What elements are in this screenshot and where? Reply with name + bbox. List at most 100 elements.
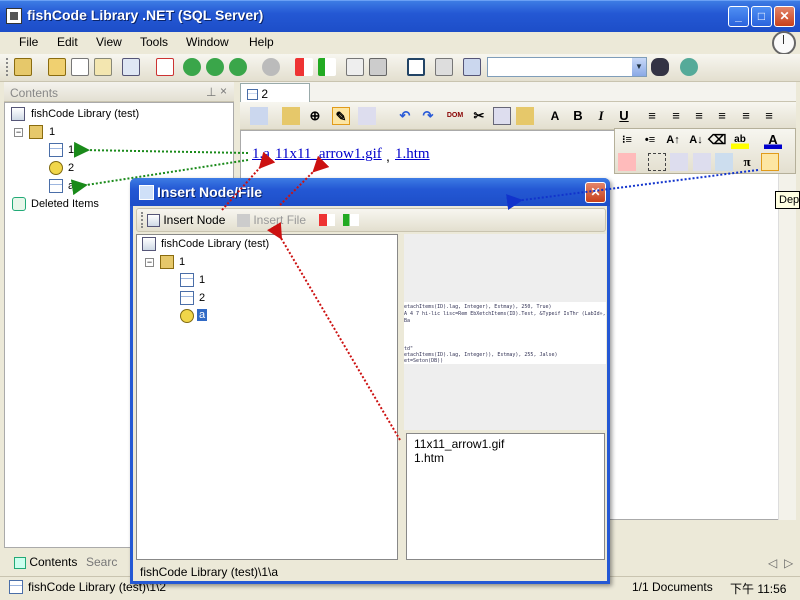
menu-tools[interactable]: Tools xyxy=(140,35,168,49)
maximize-button[interactable]: □ xyxy=(751,6,772,27)
dependency-icon[interactable] xyxy=(761,153,779,171)
open-icon[interactable] xyxy=(14,58,32,76)
folder-icon[interactable] xyxy=(48,58,66,76)
pin-icon[interactable]: ⊥ xyxy=(206,85,216,99)
toolbar-grip[interactable] xyxy=(141,212,144,228)
editor-scrollbar[interactable] xyxy=(778,130,796,520)
minimize-button[interactable]: _ xyxy=(728,6,749,27)
find-node-icon[interactable] xyxy=(463,58,481,76)
align-center-icon[interactable]: ≡ xyxy=(667,107,685,125)
dlg-tree-item-2[interactable]: 2 xyxy=(199,292,205,304)
dialog-close-button[interactable]: ✕ xyxy=(585,182,606,203)
tree-item-1[interactable]: 1 xyxy=(68,144,74,156)
underline-icon[interactable]: U xyxy=(615,107,633,125)
link-image[interactable]: 11x11_arrow1.gif xyxy=(275,146,382,163)
fullscreen-icon[interactable] xyxy=(407,58,425,76)
dom-icon[interactable]: DOM xyxy=(446,107,464,125)
dlg-tree-root[interactable]: fishCode Library (test) xyxy=(161,238,269,250)
link-node[interactable]: 1.a xyxy=(252,146,270,163)
dlg-tree-folder[interactable]: 1 xyxy=(179,256,185,268)
add-indent-icon[interactable] xyxy=(318,58,336,76)
cell-icon[interactable] xyxy=(693,153,711,171)
menu-window[interactable]: Window xyxy=(186,35,229,49)
align-left-icon[interactable]: ≡ xyxy=(643,107,661,125)
edit-mode-icon[interactable]: ✎ xyxy=(332,107,350,125)
insert-file-icon[interactable] xyxy=(282,107,300,125)
italic-icon[interactable]: I xyxy=(592,107,610,125)
tree-folder[interactable]: 1 xyxy=(49,126,55,138)
dialog-tree xyxy=(136,234,398,560)
redo-icon[interactable]: ↷ xyxy=(419,107,437,125)
close-button[interactable]: ✕ xyxy=(774,6,795,27)
frame-icon[interactable] xyxy=(648,153,666,171)
tree-item-a[interactable]: a xyxy=(68,180,74,192)
add-indent-icon[interactable] xyxy=(343,214,359,226)
refresh-icon[interactable] xyxy=(71,58,89,76)
collapse-icon[interactable]: − xyxy=(145,258,154,267)
up-arrow-icon[interactable] xyxy=(183,58,201,76)
numbered-list-icon[interactable]: ⁝≡ xyxy=(618,131,636,149)
tab-search[interactable]: Searc xyxy=(86,555,117,569)
forward-arrow-icon[interactable] xyxy=(229,58,247,76)
tools-icon[interactable] xyxy=(435,58,453,76)
dlg-tree-item-a[interactable]: a xyxy=(197,309,208,321)
font-size-icon[interactable]: A xyxy=(546,107,564,125)
file-item[interactable]: 11x11_arrow1.gif xyxy=(414,437,597,451)
scroll-left-icon[interactable]: ◁ xyxy=(768,556,777,570)
find-icon[interactable]: ⊕ xyxy=(306,107,324,125)
file-item[interactable]: 1.htm xyxy=(414,451,597,465)
image-icon[interactable] xyxy=(618,153,636,171)
sync-icon[interactable] xyxy=(680,58,698,76)
indent-icon[interactable]: ≡ xyxy=(737,107,755,125)
table-icon[interactable] xyxy=(670,153,688,171)
menu-edit[interactable]: Edit xyxy=(57,35,78,49)
insert-node-icon[interactable] xyxy=(250,107,268,125)
copy-icon[interactable] xyxy=(493,107,511,125)
grow-font-icon[interactable]: A↑ xyxy=(664,131,682,149)
tooltip: Depe xyxy=(775,191,800,209)
search-combo[interactable]: ▼ xyxy=(487,57,647,77)
insert-node-button[interactable]: Insert Node xyxy=(147,213,225,228)
bullet-list-icon[interactable]: •≡ xyxy=(641,131,659,149)
page-icon[interactable] xyxy=(358,107,376,125)
remove-indent-icon[interactable] xyxy=(295,58,313,76)
tab-contents[interactable]: Contents xyxy=(14,555,77,569)
remove-indent-icon[interactable] xyxy=(319,214,335,226)
add-node-icon[interactable] xyxy=(122,58,140,76)
chevron-down-icon[interactable]: ▼ xyxy=(632,58,646,76)
print-icon[interactable] xyxy=(369,58,387,76)
toolbar-grip[interactable] xyxy=(6,58,9,76)
outdent-icon[interactable]: ≡ xyxy=(713,107,731,125)
back-arrow-icon[interactable] xyxy=(262,58,280,76)
down-arrow-icon[interactable] xyxy=(206,58,224,76)
undo-icon[interactable]: ↶ xyxy=(396,107,414,125)
clear-format-icon[interactable]: ⌫ xyxy=(708,131,726,149)
tree-root[interactable]: fishCode Library (test) xyxy=(31,108,139,120)
highlight-icon[interactable]: ab xyxy=(731,131,749,149)
link-htm[interactable]: 1.htm xyxy=(395,146,430,163)
font-color-icon[interactable]: A xyxy=(764,131,782,149)
template-icon[interactable] xyxy=(715,153,733,171)
tab-document-2[interactable]: 2 xyxy=(240,83,310,102)
bold-icon[interactable]: B xyxy=(569,107,587,125)
shrink-font-icon[interactable]: A↓ xyxy=(687,131,705,149)
insert-file-button[interactable]: Insert File xyxy=(237,213,306,228)
collapse-icon[interactable]: − xyxy=(14,128,23,137)
new-doc-icon[interactable] xyxy=(94,58,112,76)
justify-icon[interactable]: ≡ xyxy=(760,107,778,125)
menu-view[interactable]: View xyxy=(96,35,122,49)
close-panel-icon[interactable]: × xyxy=(220,84,227,98)
tree-deleted[interactable]: Deleted Items xyxy=(31,198,99,210)
pi-icon[interactable]: π xyxy=(738,153,756,171)
scroll-right-icon[interactable]: ▷ xyxy=(784,556,793,570)
delete-icon[interactable] xyxy=(156,58,174,76)
menu-help[interactable]: Help xyxy=(249,35,274,49)
cut-icon[interactable]: ✂ xyxy=(470,107,488,125)
menu-file[interactable]: File xyxy=(19,35,38,49)
paste-icon[interactable] xyxy=(516,107,534,125)
binoculars-icon[interactable] xyxy=(651,58,669,76)
dlg-tree-item-1[interactable]: 1 xyxy=(199,274,205,286)
export-icon[interactable] xyxy=(346,58,364,76)
align-right-icon[interactable]: ≡ xyxy=(690,107,708,125)
tree-item-2[interactable]: 2 xyxy=(68,162,74,174)
